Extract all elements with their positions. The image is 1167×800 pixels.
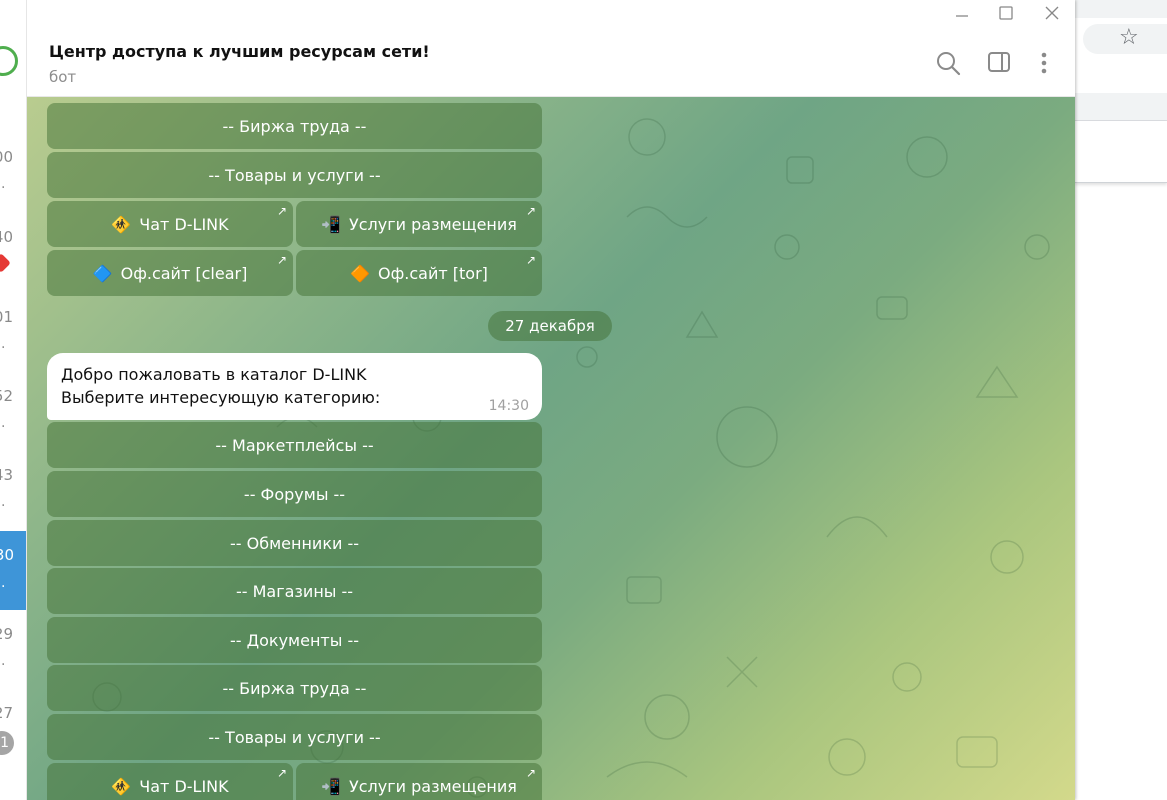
sidebar-toggle-button[interactable]	[984, 48, 1014, 78]
browser-tab-strip	[1075, 0, 1167, 18]
chat-preview-ellipsis: .	[1, 176, 6, 192]
unread-badge: 1	[0, 731, 14, 755]
keyboard-button[interactable]: -- Биржа труда --	[47, 665, 542, 711]
keyboard-button-label: -- Товары и услуги --	[208, 727, 381, 747]
keyboard-button-label: -- Товары и услуги --	[208, 165, 381, 185]
message-bubble[interactable]: Добро пожаловать в каталог D-LINK Выбери…	[47, 353, 542, 420]
heart-icon	[0, 253, 11, 273]
placement-services-link-button[interactable]: 📲 Услуги размещения ↗	[296, 763, 542, 800]
orange-diamond-icon: 🔶	[350, 263, 371, 283]
keyboard-button-label: Чат D-LINK	[139, 776, 229, 796]
chat-subtitle: бот	[49, 68, 77, 86]
keyboard-button-label: -- Форумы --	[243, 484, 346, 504]
external-link-arrow-icon: ↗	[276, 204, 287, 218]
chat-time: 27	[0, 704, 13, 722]
chat-time: 43	[0, 466, 13, 484]
keyboard-button[interactable]: -- Форумы --	[47, 471, 542, 517]
keyboard-button-label: Оф.сайт [clear]	[120, 263, 248, 283]
close-icon	[1045, 6, 1059, 20]
chat-header[interactable]: Центр доступа к лучшим ресурсам сети! бо…	[27, 28, 1075, 97]
children-crossing-icon: 🚸	[111, 214, 132, 234]
mobile-arrow-icon: 📲	[321, 214, 341, 234]
keyboard-button-label: Чат D-LINK	[139, 214, 229, 234]
chat-avatar[interactable]	[0, 46, 18, 76]
keyboard-button-label: -- Маркетплейсы --	[215, 435, 374, 455]
keyboard-button-label: -- Биржа труда --	[222, 116, 367, 136]
minimize-icon	[956, 15, 968, 17]
site-clear-link-button[interactable]: 🔷 Оф.сайт [clear] ↗	[47, 250, 293, 296]
keyboard-button-label: -- Биржа труда --	[222, 678, 367, 698]
telegram-window: 00 . 40 01 . 52 . 43 . 30 . 29 . 27 1 Це…	[0, 0, 1075, 800]
blue-diamond-icon: 🔷	[92, 263, 113, 283]
chat-dlink-link-button[interactable]: 🚸 Чат D-LINK ↗	[47, 201, 293, 247]
keyboard-button-label: Оф.сайт [tor]	[378, 263, 488, 283]
site-tor-link-button[interactable]: 🔶 Оф.сайт [tor] ↗	[296, 250, 542, 296]
search-icon	[937, 52, 961, 76]
chat-time: 52	[0, 387, 13, 405]
placement-services-link-button[interactable]: 📲 Услуги размещения ↗	[296, 201, 542, 247]
browser-bookmarks-bar	[1075, 93, 1167, 121]
close-window-button[interactable]	[1028, 0, 1074, 28]
keyboard-button[interactable]: -- Биржа труда --	[47, 103, 542, 149]
chat-time: 30	[0, 546, 14, 564]
external-link-arrow-icon: ↗	[276, 766, 287, 780]
chat-list-strip[interactable]: 00 . 40 01 . 52 . 43 . 30 . 29 . 27 1	[0, 0, 27, 800]
chat-preview-ellipsis: .	[1, 336, 6, 352]
sidebar-panel-icon	[988, 52, 1010, 72]
more-menu-button[interactable]	[1029, 48, 1059, 78]
search-button[interactable]	[933, 48, 963, 78]
bookmark-star-icon[interactable]: ☆	[1119, 25, 1139, 50]
chat-dlink-link-button[interactable]: 🚸 Чат D-LINK ↗	[47, 763, 293, 800]
chat-preview-ellipsis: .	[1, 415, 6, 431]
keyboard-button-label: -- Обменники --	[229, 533, 360, 553]
external-link-arrow-icon: ↗	[276, 253, 287, 267]
more-vertical-icon	[1041, 52, 1047, 74]
keyboard-button[interactable]: -- Документы --	[47, 617, 542, 663]
minimize-button[interactable]	[939, 0, 985, 28]
keyboard-button[interactable]: -- Магазины --	[47, 568, 542, 614]
chat-time: 01	[0, 308, 13, 326]
chat-time: 40	[0, 228, 13, 246]
keyboard-button[interactable]: -- Обменники --	[47, 520, 542, 566]
keyboard-button[interactable]: -- Товары и услуги --	[47, 152, 542, 198]
keyboard-button-label: -- Документы --	[229, 630, 359, 650]
keyboard-button[interactable]: -- Товары и услуги --	[47, 714, 542, 760]
message-time: 14:30	[488, 398, 529, 414]
message-text-line: Выберите интересующую категорию:	[61, 388, 381, 407]
chat-preview-ellipsis: .	[1, 653, 6, 669]
children-crossing-icon: 🚸	[111, 776, 132, 796]
chat-time: 29	[0, 625, 13, 643]
chat-title[interactable]: Центр доступа к лучшим ресурсам сети!	[49, 42, 430, 61]
keyboard-button-label: Услуги размещения	[349, 776, 517, 796]
keyboard-button-label: Услуги размещения	[349, 214, 517, 234]
external-link-arrow-icon: ↗	[525, 766, 536, 780]
maximize-icon	[999, 6, 1013, 20]
chat-time: 00	[0, 148, 13, 166]
maximize-button[interactable]	[983, 0, 1029, 28]
mobile-arrow-icon: 📲	[321, 776, 341, 796]
background-browser-window: ☆	[1075, 0, 1167, 800]
date-separator: 27 декабря	[488, 311, 612, 341]
keyboard-button-label: -- Магазины --	[235, 581, 354, 601]
browser-content-panel	[1075, 121, 1167, 183]
chat-messages-area[interactable]: -- Биржа труда -- -- Товары и услуги -- …	[27, 97, 1075, 800]
external-link-arrow-icon: ↗	[525, 204, 536, 218]
external-link-arrow-icon: ↗	[525, 253, 536, 267]
keyboard-button[interactable]: -- Маркетплейсы --	[47, 422, 542, 468]
chat-preview-ellipsis: .	[1, 575, 6, 591]
message-text-line: Добро пожаловать в каталог D-LINK	[61, 365, 367, 384]
chat-list-item-active[interactable]: 30 .	[0, 531, 26, 610]
chat-preview-ellipsis: .	[1, 494, 6, 510]
